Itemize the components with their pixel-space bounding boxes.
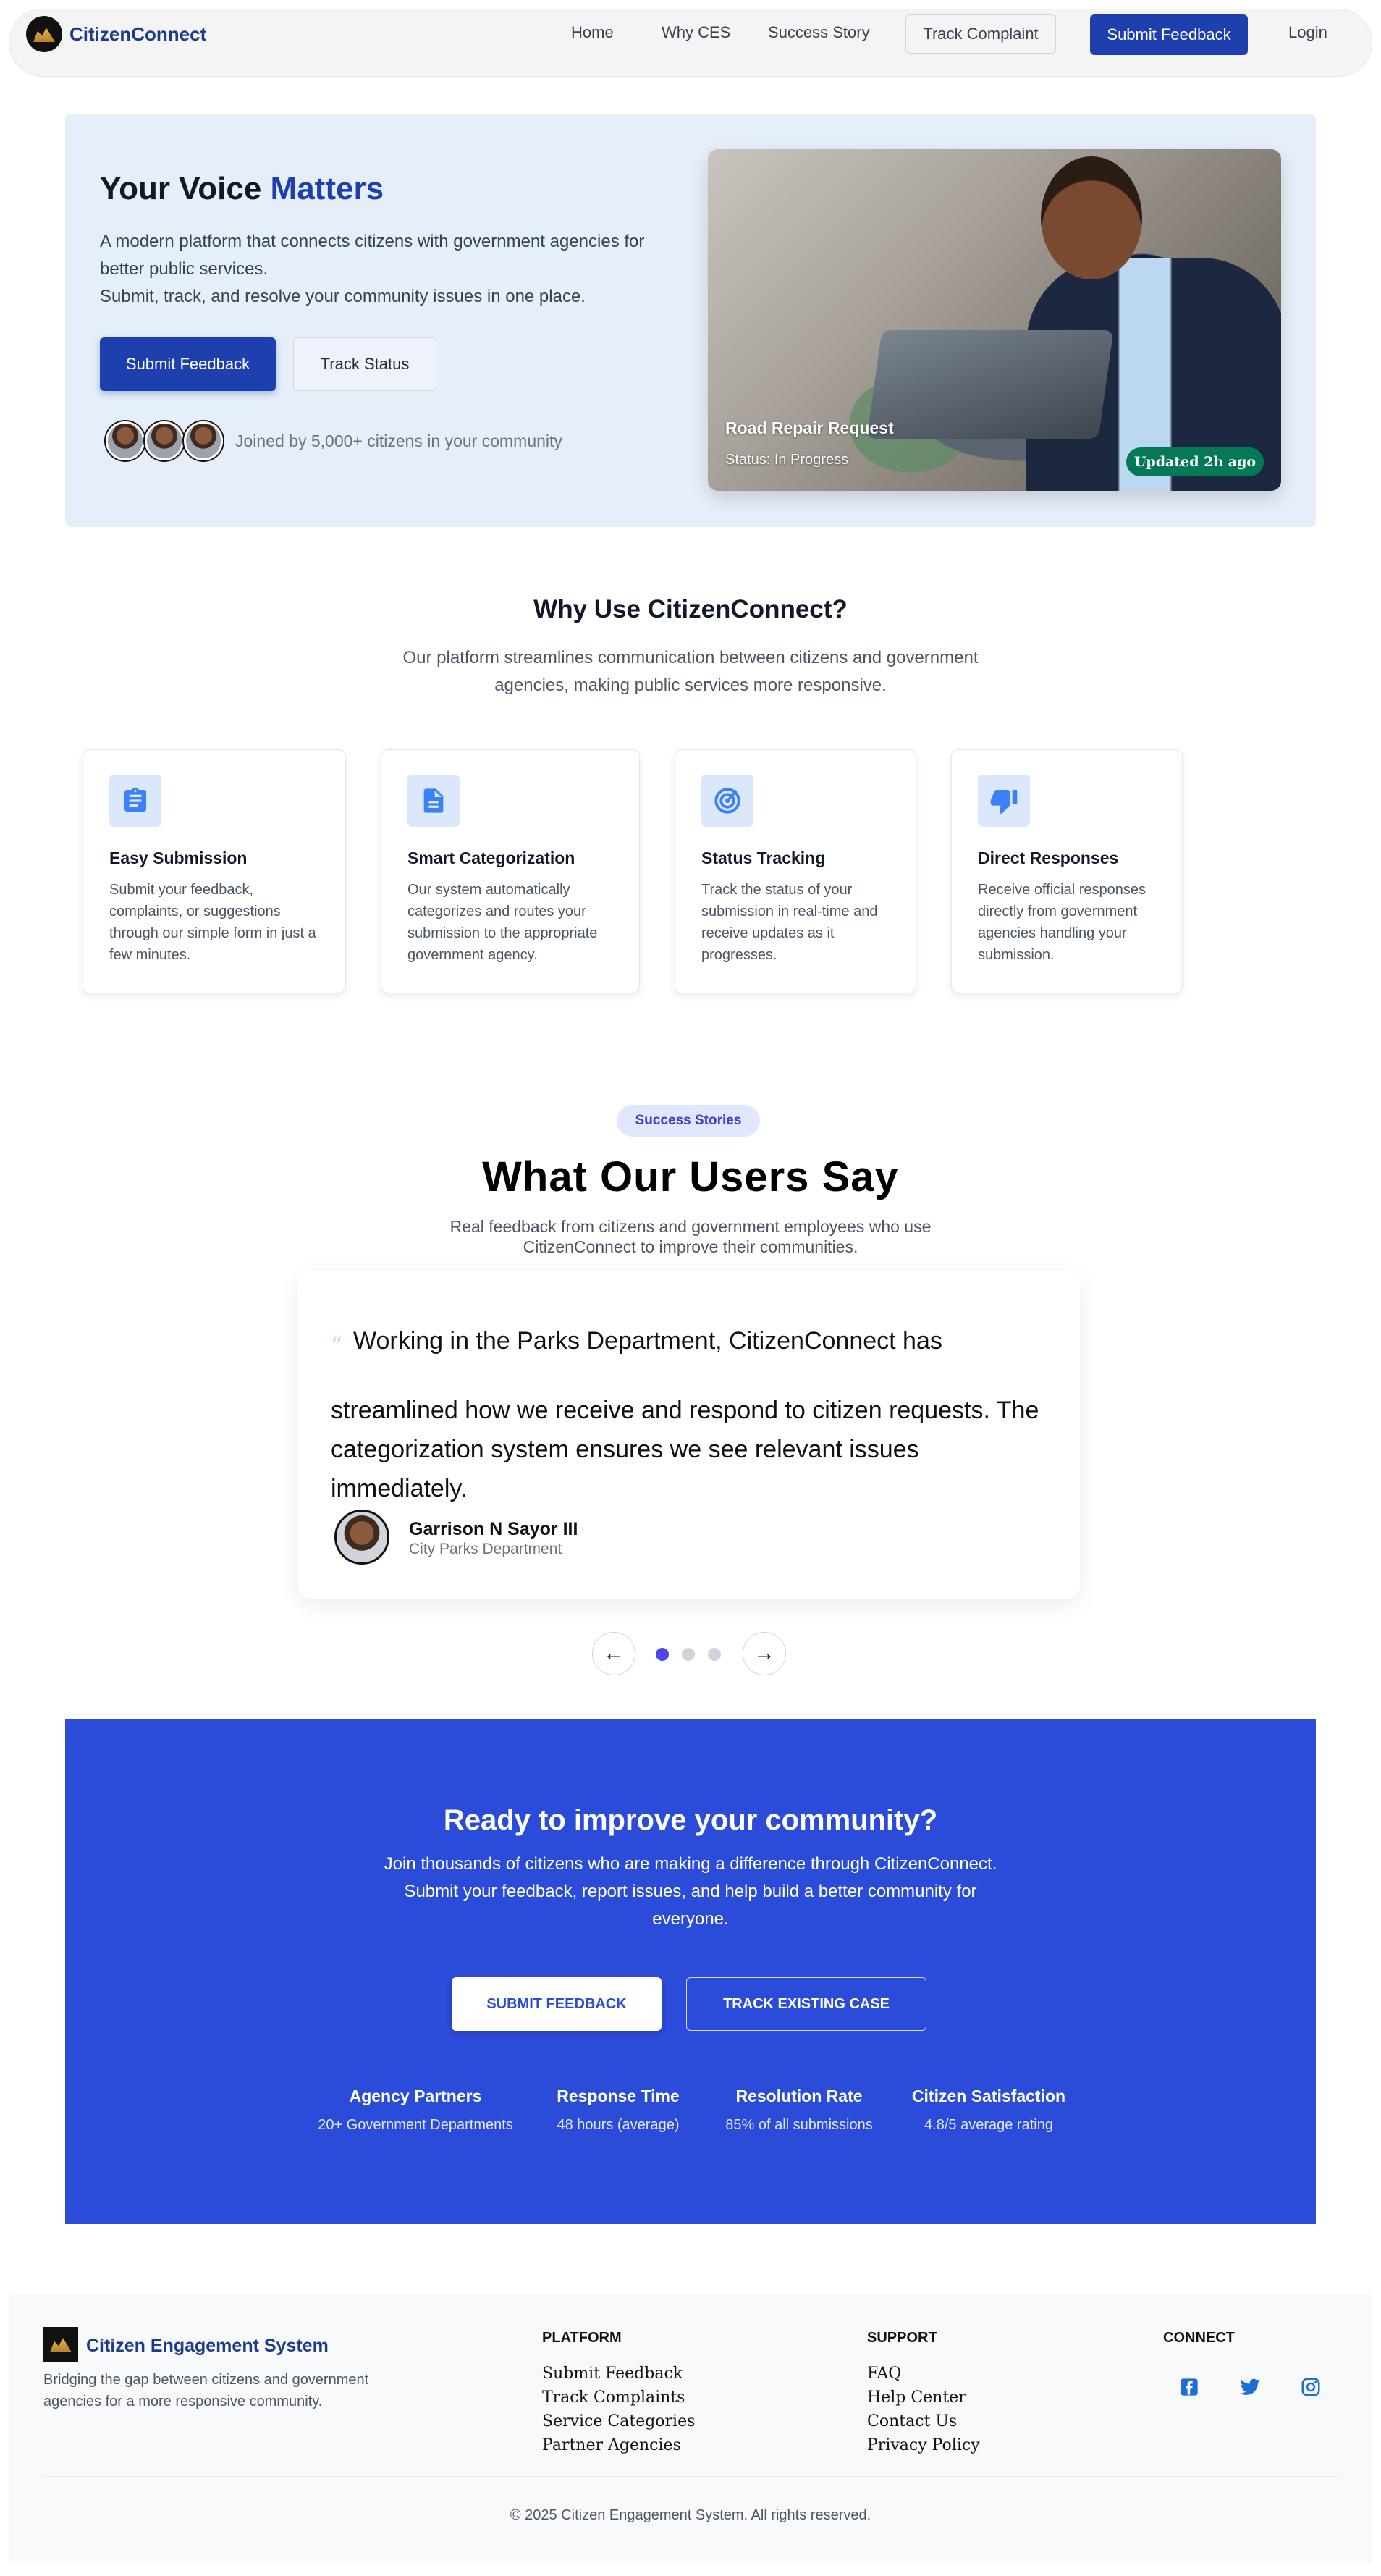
footer-platform-heading: PLATFORM [542,2330,622,2346]
stat-label: Resolution Rate [735,2087,863,2105]
feature-card-title: Smart Categorization [407,849,575,867]
author-name: Garrison N Sayor III [409,1519,578,1539]
stat-label: Citizen Satisfaction [911,2087,1066,2105]
footer-link[interactable]: Privacy Policy [867,2436,980,2454]
stat-value: 85% of all submissions [725,2117,873,2133]
footer-link[interactable]: Help Center [867,2388,966,2407]
footer-link[interactable]: Contact Us [867,2412,957,2430]
hero-title: Your Voice Matters [100,171,384,207]
stat-label: Response Time [557,2087,680,2105]
why-section-title: Why Use CitizenConnect? [533,595,848,623]
avatar [145,421,184,460]
footer-link[interactable]: Submit Feedback [542,2365,683,2383]
hero-description: A modern platform that connects citizens… [100,228,693,311]
feature-card-desc: Our system automatically categorizes and… [407,882,598,963]
footer-copyright: © 2025 Citizen Engagement System. All ri… [510,2507,871,2523]
feature-card-direct-responses: Direct Responses Receive official respon… [951,749,1183,993]
laptop-figure [866,330,1114,439]
nav-home[interactable]: Home [571,23,614,42]
author-department: City Parks Department [409,1541,562,1557]
stat-value: 48 hours (average) [557,2117,680,2133]
footer-link[interactable]: Service Categories [542,2412,695,2430]
request-card-title: Road Repair Request [725,418,894,437]
footer-link[interactable]: Partner Agencies [542,2436,681,2454]
footer-link[interactable]: FAQ [867,2365,901,2383]
avatar [334,1510,389,1565]
nav-success-story[interactable]: Success Story [768,23,870,42]
nav-track-complaint-button[interactable]: Track Complaint [905,14,1056,54]
footer-brand[interactable]: Citizen Engagement System [86,2336,329,2357]
document-icon [407,775,460,827]
prev-slide-button[interactable]: ← [592,1632,635,1675]
slide-dot[interactable] [682,1648,695,1661]
slide-dot[interactable] [708,1648,721,1661]
testimonial-card: “ Working in the Parks Department, Citiz… [298,1271,1080,1599]
feature-card-smart-categorization: Smart Categorization Our system automati… [381,749,640,993]
feature-card-desc: Track the status of your submission in r… [701,882,878,963]
nav-submit-feedback-button[interactable]: Submit Feedback [1090,14,1248,55]
brand-name[interactable]: CitizenConnect [69,23,206,46]
avatar [106,421,145,460]
stat-label: Agency Partners [349,2087,482,2105]
cta-text: Join thousands of citizens who are makin… [384,1854,997,1929]
hero-image: Road Repair Request Status: In Progress … [708,149,1281,491]
hero-title-plain: Your Voice [100,171,262,206]
footer-logo-icon[interactable] [43,2327,78,2362]
feature-card-desc: Receive official responses directly from… [978,882,1146,963]
request-card-status: Status: In Progress [725,452,849,468]
stat-value: 4.8/5 average rating [924,2117,1053,2133]
person-head [1041,156,1142,279]
instagram-icon[interactable] [1298,2375,1323,2399]
hero-desc-line1: A modern platform that connects citizens… [100,232,645,279]
hero-submit-feedback-button[interactable]: Submit Feedback [100,337,276,391]
quote-text: streamlined how we receive and respond t… [331,1397,1039,1502]
hero-desc-line2: Submit, track, and resolve your communit… [100,287,586,306]
cta-section [65,1719,1316,2224]
footer-description: Bridging the gap between citizens and go… [43,2372,369,2409]
clipboard-icon [109,775,161,827]
testimonials-title: What Our Users Say [482,1153,899,1200]
nav-why-ces[interactable]: Why CES [662,23,730,42]
thumbs-down-icon [978,775,1030,827]
slide-dot[interactable] [656,1648,669,1661]
cta-title: Ready to improve your community? [443,1804,938,1836]
avatar [184,421,223,460]
feature-card-title: Status Tracking [701,849,826,867]
logo-icon[interactable] [26,16,62,52]
facebook-icon[interactable] [1177,2375,1201,2399]
hero-track-status-button[interactable]: Track Status [293,337,436,391]
stat-value: 20+ Government Departments [318,2117,513,2133]
feature-card-easy-submission: Easy Submission Submit your feedback, co… [83,749,346,993]
nav-login[interactable]: Login [1288,23,1327,42]
target-icon [701,775,753,827]
feature-card-title: Direct Responses [978,849,1119,867]
success-stories-pill: Success Stories [617,1105,760,1137]
cta-submit-feedback-button[interactable]: SUBMIT FEEDBACK [452,1977,662,2031]
quote-text-first-line: Working in the Parks Department, Citizen… [353,1327,942,1355]
why-section-subtitle: Our platform streamlines communication b… [402,648,979,695]
hero-title-accent: Matters [270,171,384,206]
testimonials-subtitle: Real feedback from citizens and governme… [449,1217,932,1256]
joined-count-text: Joined by 5,000+ citizens in your commun… [235,432,562,450]
twitter-icon[interactable] [1238,2375,1262,2399]
feature-card-desc: Submit your feedback, complaints, or sug… [109,882,316,963]
updated-badge: Updated 2h ago [1126,447,1264,476]
feature-card-title: Easy Submission [109,849,248,867]
next-slide-button[interactable]: → [743,1632,786,1675]
cta-track-case-button[interactable]: TRACK EXISTING CASE [686,1977,926,2031]
footer-link[interactable]: Track Complaints [542,2388,685,2407]
quote-icon: “ [331,1331,343,1359]
footer-support-heading: SUPPORT [867,2330,937,2346]
footer-divider [43,2476,1338,2477]
footer-connect-heading: CONNECT [1163,2330,1235,2346]
feature-card-status-tracking: Status Tracking Track the status of your… [675,749,916,993]
